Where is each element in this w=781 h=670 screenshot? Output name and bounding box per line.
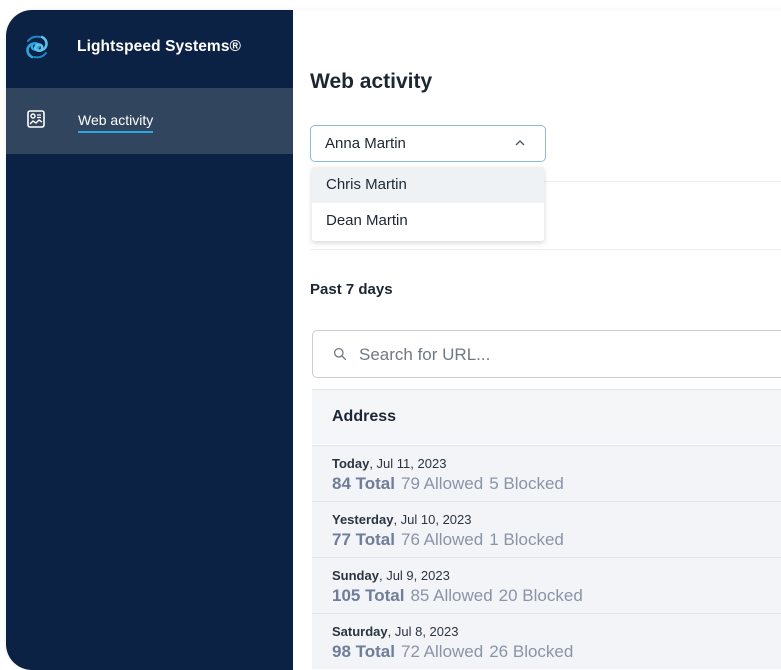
sidebar-item-label: Web activity [78, 112, 154, 133]
row-day: Sunday [332, 568, 379, 583]
page-title: Web activity [310, 70, 433, 93]
row-allowed: 79 Allowed [400, 474, 484, 493]
row-blocked: 20 Blocked [498, 586, 583, 605]
row-day: Yesterday [332, 512, 394, 527]
lightspeed-logo-icon [26, 35, 48, 59]
brand-header: Lightspeed Systems® [6, 10, 293, 88]
row-date-value: , Jul 11, 2023 [369, 456, 447, 471]
brand-name: Lightspeed Systems® [77, 38, 242, 55]
row-day: Today [332, 456, 370, 471]
row-stats: 98 Total 72 Allowed 26 Blocked [332, 642, 573, 662]
row-stats: 84 Total 79 Allowed 5 Blocked [332, 474, 564, 494]
row-total: 84 Total [332, 474, 395, 493]
row-date-value: , Jul 9, 2023 [378, 568, 450, 583]
row-total: 77 Total [332, 530, 395, 549]
row-date: Yesterday, Jul 10, 2023 [332, 512, 472, 527]
table-row[interactable]: Saturday, Jul 8, 2023 98 Total 72 Allowed… [312, 613, 781, 669]
column-header-address: Address [332, 408, 397, 425]
row-total: 98 Total [332, 642, 395, 661]
activity-chart-icon [27, 110, 45, 128]
row-date: Saturday, Jul 8, 2023 [332, 624, 458, 639]
row-allowed: 76 Allowed [400, 530, 484, 549]
row-blocked: 26 Blocked [489, 642, 574, 661]
row-stats: 77 Total 76 Allowed 1 Blocked [332, 530, 564, 550]
main-content: Web activity Anna Martin Chris Martin De… [293, 10, 781, 670]
table-row[interactable]: Yesterday, Jul 10, 2023 77 Total 76 Allow… [312, 501, 781, 557]
row-date: Sunday, Jul 9, 2023 [332, 568, 450, 583]
table-header: Address [312, 389, 781, 444]
sidebar: Lightspeed Systems® Web activity [6, 10, 293, 670]
range-label: Past 7 days [310, 281, 393, 298]
search-icon [333, 347, 347, 361]
dropdown-option-dean-martin[interactable]: Dean Martin [312, 203, 544, 239]
row-date-value: , Jul 8, 2023 [387, 624, 459, 639]
student-select-value: Anna Martin [325, 135, 406, 152]
student-select[interactable]: Anna Martin [310, 125, 546, 162]
table-row[interactable]: Sunday, Jul 9, 2023 105 Total 85 Allowed 2… [312, 557, 781, 613]
row-blocked: 1 Blocked [489, 530, 564, 549]
row-day: Saturday [332, 624, 388, 639]
divider [543, 181, 781, 182]
url-search-box [312, 330, 781, 378]
sidebar-item-web-activity[interactable]: Web activity [6, 88, 293, 154]
row-date-value: , Jul 10, 2023 [393, 512, 472, 527]
row-stats: 105 Total 85 Allowed 20 Blocked [332, 586, 583, 606]
row-date: Today, Jul 11, 2023 [332, 456, 446, 471]
search-input[interactable] [359, 343, 759, 367]
table-row[interactable]: Today, Jul 11, 2023 84 Total 79 Allowed 5 … [312, 445, 781, 501]
row-blocked: 5 Blocked [489, 474, 564, 493]
app-window: Lightspeed Systems® Web activity Web act… [6, 10, 781, 670]
dropdown-option-chris-martin[interactable]: Chris Martin [312, 167, 544, 203]
option-label: Dean Martin [326, 212, 408, 229]
chevron-up-icon [515, 140, 525, 146]
row-total: 105 Total [332, 586, 405, 605]
student-dropdown-menu: Chris Martin Dean Martin [312, 167, 544, 241]
row-allowed: 85 Allowed [410, 586, 493, 605]
option-label: Chris Martin [326, 176, 407, 193]
row-allowed: 72 Allowed [400, 642, 484, 661]
